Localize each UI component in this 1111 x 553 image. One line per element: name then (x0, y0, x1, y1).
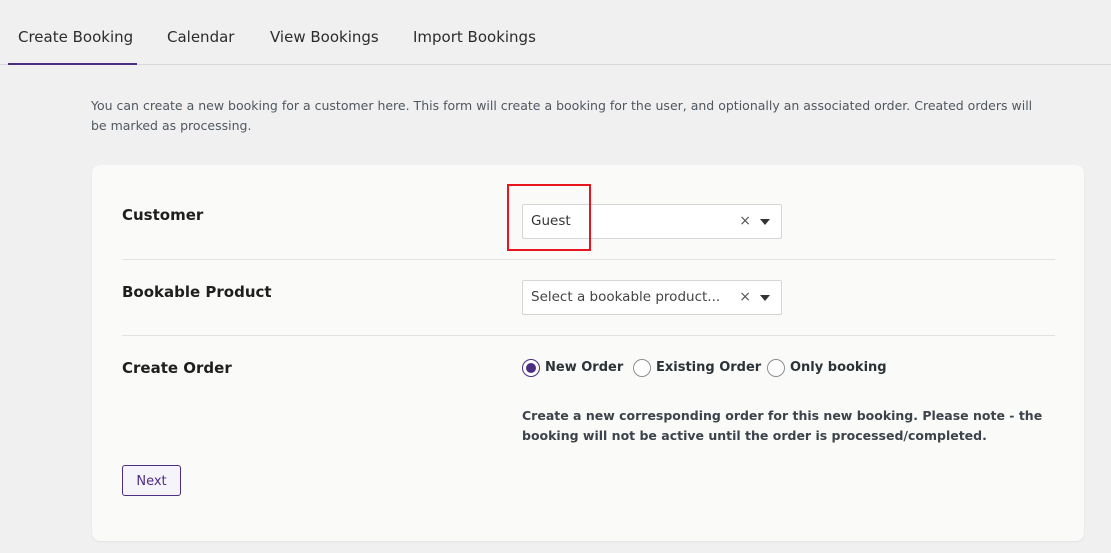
tab-view-bookings[interactable]: View Bookings (270, 0, 379, 65)
next-button[interactable]: Next (122, 465, 181, 496)
bookable-product-placeholder: Select a bookable product... (531, 289, 721, 305)
tab-calendar[interactable]: Calendar (167, 0, 234, 65)
row-divider (122, 259, 1055, 260)
radio-new-order-circle[interactable] (522, 359, 540, 377)
product-clear-icon[interactable]: × (739, 281, 751, 314)
radio-existing-order-circle[interactable] (633, 359, 651, 377)
bookable-product-label: Bookable Product (122, 283, 272, 301)
tab-create-booking[interactable]: Create Booking (8, 0, 137, 65)
bookable-product-select[interactable]: Select a bookable product... × (522, 280, 782, 315)
customer-dropdown-arrow-icon[interactable] (760, 219, 770, 225)
guest-highlight-box (507, 184, 591, 251)
customer-clear-icon[interactable]: × (739, 205, 751, 238)
radio-only-booking-label: Only booking (790, 360, 887, 375)
tab-bar: Create Booking Calendar View Bookings Im… (0, 0, 1111, 65)
create-order-help-text: Create a new corresponding order for thi… (522, 408, 1043, 443)
tab-import-bookings[interactable]: Import Bookings (413, 0, 536, 65)
radio-new-order-label: New Order (545, 360, 624, 375)
intro-text: You can create a new booking for a custo… (91, 98, 1033, 133)
create-order-label: Create Order (122, 359, 232, 377)
customer-label: Customer (122, 206, 204, 224)
radio-only-booking-circle[interactable] (767, 359, 785, 377)
product-dropdown-arrow-icon[interactable] (760, 295, 770, 301)
radio-existing-order-label: Existing Order (656, 360, 762, 375)
row-divider (122, 335, 1055, 336)
